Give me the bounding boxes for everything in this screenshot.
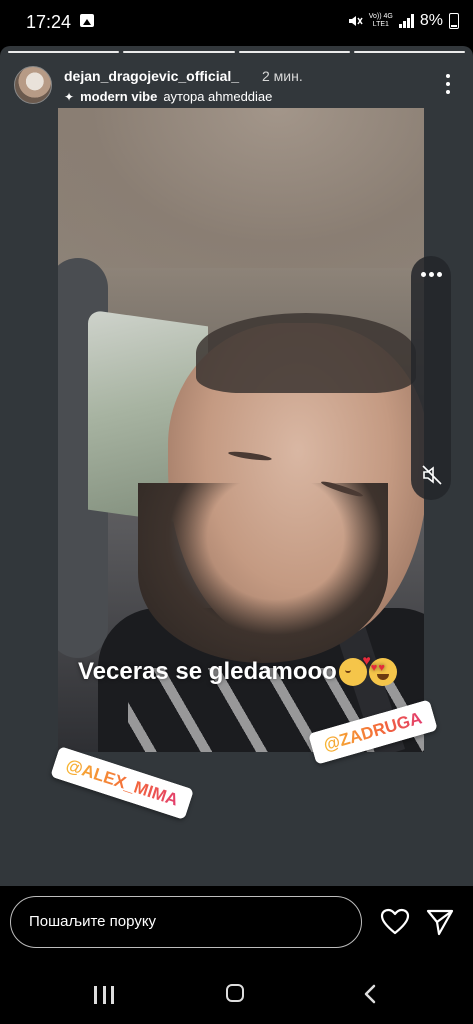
send-icon[interactable] bbox=[426, 908, 454, 936]
more-horizontal-icon[interactable] bbox=[421, 272, 442, 277]
speaker-muted-icon[interactable] bbox=[421, 464, 443, 486]
story-caption: Veceras se gledamooo bbox=[78, 652, 397, 686]
navigation-bar bbox=[0, 968, 473, 1024]
side-menu bbox=[411, 256, 451, 500]
sparkle-icon: ✦ bbox=[64, 89, 75, 104]
image-icon bbox=[80, 14, 94, 27]
back-icon[interactable] bbox=[360, 983, 380, 1005]
recents-icon[interactable] bbox=[94, 986, 114, 1004]
heart-eyes-icon bbox=[368, 658, 397, 686]
message-input[interactable]: Пошаљите поруку bbox=[10, 896, 362, 948]
more-vertical-icon[interactable] bbox=[445, 74, 451, 96]
progress-segment bbox=[123, 51, 235, 53]
battery-percent: 8% bbox=[419, 12, 443, 29]
story-progress bbox=[8, 51, 465, 53]
smiling-face-with-hearts-icon bbox=[338, 652, 371, 686]
progress-segment bbox=[238, 51, 350, 53]
battery-icon bbox=[449, 13, 459, 29]
network-indicator: Vo)) 4G LTE1 bbox=[369, 13, 393, 29]
music-author: аутора ahmeddiae bbox=[163, 89, 273, 104]
status-icons: Vo)) 4G LTE1 8% bbox=[347, 12, 459, 30]
signal-icon bbox=[398, 14, 414, 28]
progress-segment bbox=[353, 51, 465, 53]
progress-segment bbox=[8, 51, 120, 53]
caption-text: Veceras se gledamooo bbox=[78, 658, 337, 685]
music-song: modern vibe bbox=[80, 89, 158, 104]
network-top-label: Vo)) 4G bbox=[368, 13, 393, 20]
home-icon[interactable] bbox=[226, 984, 244, 1002]
avatar[interactable] bbox=[14, 66, 52, 104]
mute-icon bbox=[348, 16, 363, 26]
hair bbox=[196, 313, 416, 393]
mention-sticker-alex[interactable]: @ALEX_MIMA bbox=[50, 746, 194, 820]
story-time-ago: 2 мин. bbox=[262, 68, 303, 84]
status-time: 17:24 bbox=[26, 12, 72, 32]
music-attribution[interactable]: ✦ modern vibe аутора ahmeddiae bbox=[64, 89, 272, 104]
story-username[interactable]: dejan_dragojevic_official_ bbox=[64, 68, 239, 84]
mention-label: @ALEX_MIMA bbox=[63, 755, 181, 810]
status-bar: 17:24 Vo)) 4G LTE1 8% bbox=[0, 0, 473, 44]
beard bbox=[138, 483, 388, 663]
heart-icon[interactable] bbox=[380, 908, 410, 936]
story-viewer[interactable]: dejan_dragojevic_official_ 2 мин. ✦ mode… bbox=[0, 46, 473, 886]
network-bottom-label: LTE1 bbox=[372, 21, 389, 28]
screen: 17:24 Vo)) 4G LTE1 8% dejan_dragojevic_o… bbox=[0, 0, 473, 1024]
